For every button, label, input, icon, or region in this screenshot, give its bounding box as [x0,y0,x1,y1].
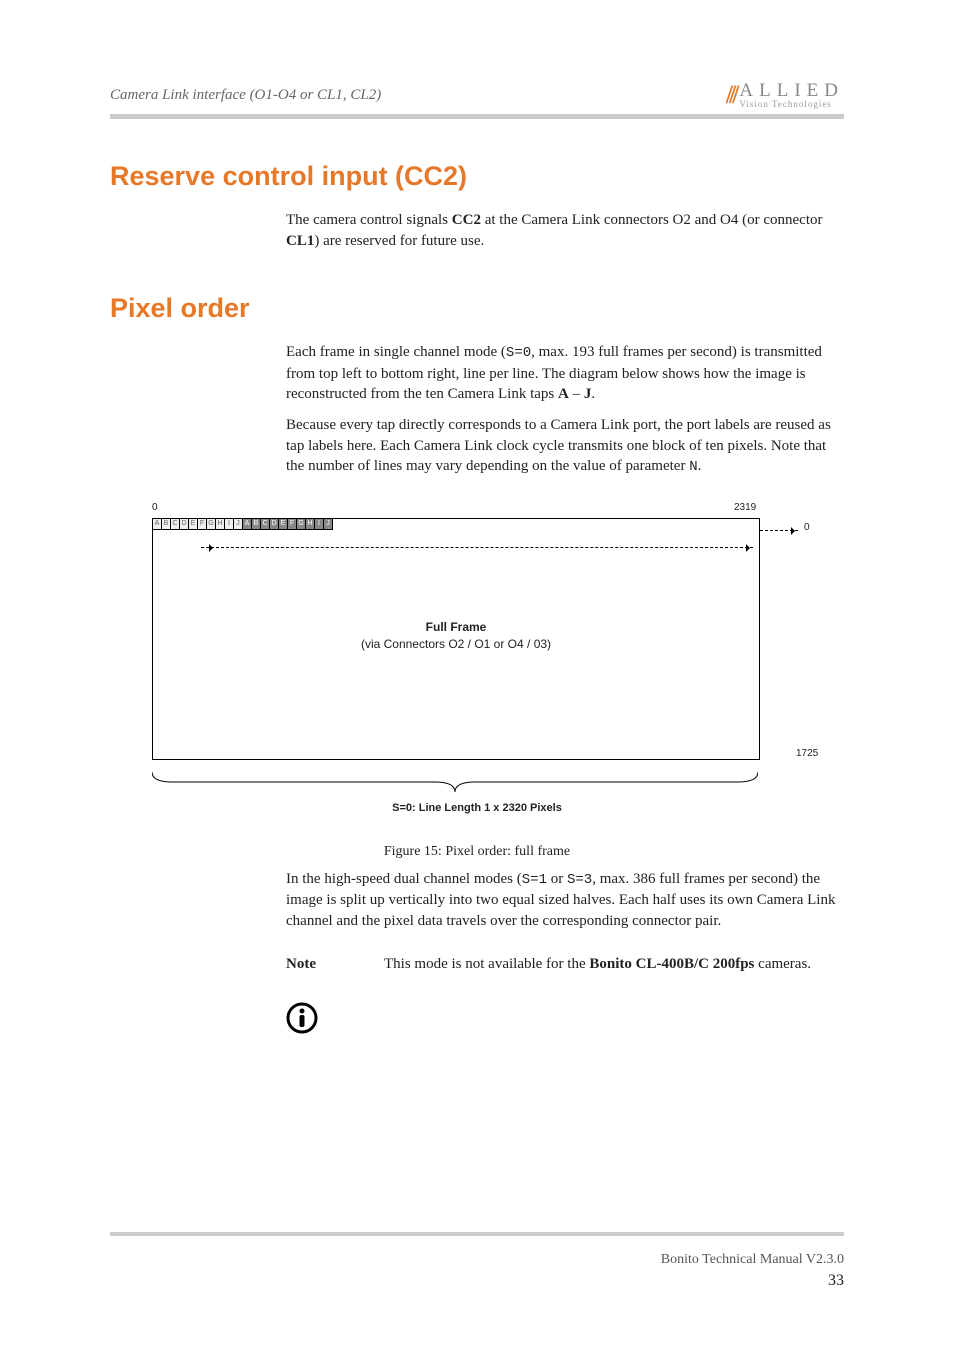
tap-cell: G [207,519,216,530]
tap-cell: J [234,519,243,530]
tap-cell: C [261,519,270,530]
logo: /// ALLIED Vision Technologies [726,80,844,110]
tap-cell: D [270,519,279,530]
tap-cell: H [216,519,225,530]
header-rule [110,114,844,119]
right-annotations: 0 1725 [760,518,798,531]
page-header: Camera Link interface (O1-O4 or CL1, CL2… [110,70,844,110]
tap-row: ABCDEFGHIJABCDEFGHIJ [153,519,333,529]
figure-caption: Figure 15: Pixel order: full frame [110,842,844,861]
frame-label: Full Frame (via Connectors O2 / O1 or O4… [153,619,759,653]
frame-box: ABCDEFGHIJABCDEFGHIJ Full Frame (via Con… [152,518,760,760]
tap-cell: J [324,519,333,530]
pixel-p2: Because every tap directly corresponds t… [286,415,844,478]
logo-mark-icon: /// [726,80,736,110]
tap-cell: B [252,519,261,530]
tap-cell: G [297,519,306,530]
page-footer: Bonito Technical Manual V2.3.0 33 [661,1252,844,1290]
page-number: 33 [661,1272,844,1290]
coord-right: 2319 [734,502,756,513]
tap-cell: I [225,519,234,530]
logo-main-text: ALLIED [739,81,844,100]
tap-cell: A [153,519,162,530]
logo-sub-text: Vision Technologies [739,100,844,109]
info-icon [286,1002,318,1034]
reserve-paragraph: The camera control signals CC2 at the Ca… [286,210,844,251]
tap-cell: A [243,519,252,530]
tap-cell: D [180,519,189,530]
figure-pixel-order: 0 2319 ABCDEFGHIJABCDEFGHIJ Full Frame (… [110,502,844,861]
tap-cell: H [306,519,315,530]
tap-cell: I [315,519,324,530]
tap-cell: F [288,519,297,530]
note-block: Note This mode is not available for the … [286,954,844,975]
coord-left: 0 [152,502,158,513]
doc-title: Bonito Technical Manual V2.3.0 [661,1252,844,1268]
tap-cell: B [162,519,171,530]
tap-cell: E [279,519,288,530]
running-title: Camera Link interface (O1-O4 or CL1, CL2… [110,87,381,110]
side-coord-top: 0 [804,522,810,533]
brace [152,768,758,798]
footer-rule [110,1232,844,1236]
tap-cell: F [198,519,207,530]
diagram-bottom-caption: S=0: Line Length 1 x 2320 Pixels [110,802,844,814]
heading-reserve: Reserve control input (CC2) [110,161,844,192]
pixel-p3: In the high-speed dual channel modes (S=… [286,869,844,932]
note-text: This mode is not available for the Bonit… [384,954,811,975]
tap-cell: C [171,519,180,530]
scan-arrow [201,547,753,548]
note-label: Note [286,954,350,975]
heading-pixel-order: Pixel order [110,293,844,324]
tap-cell: E [189,519,198,530]
pixel-p1: Each frame in single channel mode (S=0, … [286,342,844,405]
side-coord-bottom: 1725 [796,748,818,759]
